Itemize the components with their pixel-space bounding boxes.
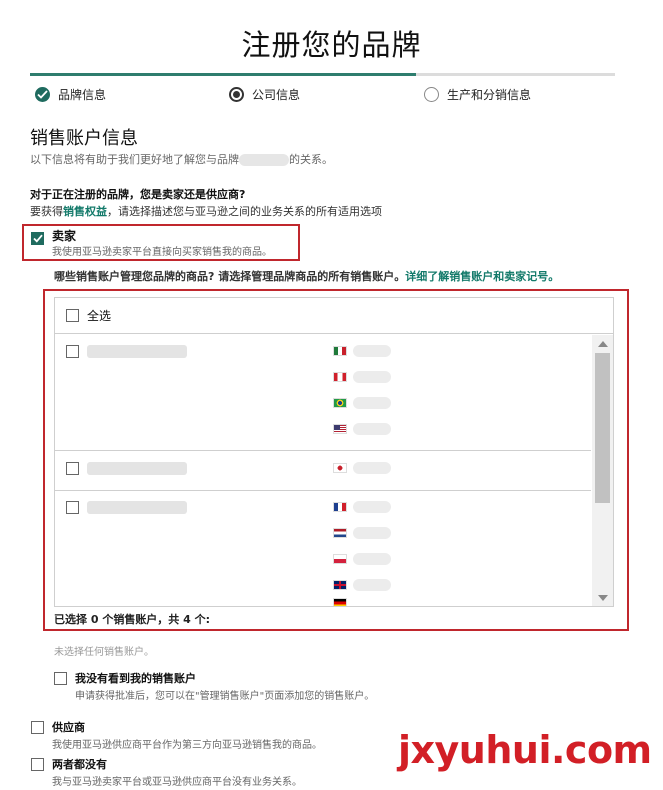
subtitle-before: 以下信息将有助于我们更好地了解您与品牌 (30, 153, 239, 166)
step-label: 品牌信息 (58, 88, 107, 102)
account-group (55, 491, 591, 606)
flag-us-icon (333, 424, 347, 434)
seller-checkbox[interactable] (31, 232, 44, 245)
radio-empty-icon (424, 87, 439, 102)
relationship-instructions: 要获得销售权益，请选择描述您与亚马逊之间的业务关系的所有适用选项 (30, 203, 382, 219)
flag-jp-icon (333, 463, 347, 473)
select-all-row[interactable]: 全选 (55, 298, 613, 334)
redacted-marketplace (353, 345, 391, 357)
vendor-description: 我使用亚马逊供应商平台作为第三方向亚马逊销售我的商品。 (52, 740, 322, 751)
redacted-marketplace (353, 527, 391, 539)
redacted-marketplace (353, 397, 391, 409)
redacted-marketplace (353, 579, 391, 591)
account-group (55, 335, 591, 451)
instructions-suffix: ，请选择描述您与亚马逊之间的业务关系的所有适用选项 (107, 205, 382, 218)
redacted-account-name (87, 462, 187, 475)
redacted-marketplace (353, 553, 391, 565)
progress-bar-fill (30, 73, 417, 76)
scroll-down-arrow-icon[interactable] (598, 595, 608, 601)
subtitle-after: 的关系。 (289, 153, 333, 166)
account-group (55, 451, 591, 491)
watermark: jxyuhui.com (398, 728, 652, 772)
flag-nl-icon (333, 528, 347, 538)
not-seen-account-desc: 申请获得批准后，您可以在"管理销售账户"页面添加您的销售账户。 (75, 691, 375, 702)
flag-mx-icon (333, 346, 347, 356)
flag-ca-icon (333, 372, 347, 382)
section-subtitle: 以下信息将有助于我们更好地了解您与品牌 的关系。 (30, 151, 333, 167)
redacted-marketplace (353, 423, 391, 435)
vendor-checkbox[interactable] (31, 721, 44, 734)
neither-description: 我与亚马逊卖家平台或亚马逊供应商平台没有业务关系。 (52, 777, 302, 788)
progress-bar (30, 73, 615, 76)
flag-fr-icon (333, 502, 347, 512)
flag-gb-icon (333, 580, 347, 590)
check-circle-icon (35, 87, 50, 102)
not-seen-account-label: 我没有看到我的销售账户 (75, 672, 196, 685)
account-checkbox[interactable] (66, 462, 79, 475)
instructions-prefix: 要获得 (30, 205, 63, 218)
relationship-question: 对于正在注册的品牌，您是卖家还是供应商? (30, 188, 246, 201)
selected-count: 已选择 0 个销售账户，共 4 个: (54, 613, 211, 626)
flag-br-icon (333, 398, 347, 408)
scroll-up-arrow-icon[interactable] (598, 341, 608, 347)
step-company-info[interactable]: 公司信息 (229, 86, 300, 103)
accounts-question-text: 哪些销售账户管理您品牌的商品? 请选择管理品牌商品的所有销售账户。 (54, 270, 406, 283)
neither-label: 两者都没有 (52, 758, 107, 771)
vendor-label: 供应商 (52, 721, 85, 734)
accounts-question: 哪些销售账户管理您品牌的商品? 请选择管理品牌商品的所有销售账户。详细了解销售账… (54, 268, 559, 284)
scrollbar-thumb[interactable] (595, 353, 610, 503)
step-label: 公司信息 (252, 88, 301, 102)
flag-pl-icon (333, 554, 347, 564)
sales-rights-link[interactable]: 销售权益 (63, 205, 107, 218)
select-all-label: 全选 (87, 309, 112, 323)
account-checkbox[interactable] (66, 501, 79, 514)
accounts-scrollbar[interactable] (592, 335, 613, 606)
step-brand-info[interactable]: 品牌信息 (35, 86, 106, 103)
redacted-marketplace (353, 462, 391, 474)
seller-label: 卖家 (52, 229, 77, 243)
learn-more-accounts-link[interactable]: 详细了解销售账户和卖家记号。 (405, 270, 559, 283)
accounts-list-panel: 全选 (54, 297, 614, 607)
not-seen-account-checkbox[interactable] (54, 672, 67, 685)
redacted-account-name (87, 345, 187, 358)
account-checkbox[interactable] (66, 345, 79, 358)
seller-description: 我使用亚马逊卖家平台直接向买家销售我的商品。 (52, 247, 272, 258)
no-accounts-selected: 未选择任何销售账户。 (54, 647, 154, 658)
not-seen-account-option[interactable]: 我没有看到我的销售账户 申请获得批准后，您可以在"管理销售账户"页面添加您的销售… (54, 670, 374, 702)
radio-selected-icon (229, 87, 244, 102)
page-title: 注册您的品牌 (241, 28, 422, 62)
flag-de-icon (333, 598, 347, 606)
redacted-account-name (87, 501, 187, 514)
redacted-brand-name (239, 154, 289, 166)
select-all-checkbox[interactable] (66, 309, 79, 322)
vendor-option[interactable]: 供应商 我使用亚马逊供应商平台作为第三方向亚马逊销售我的商品。 (31, 719, 322, 751)
section-title: 销售账户信息 (30, 128, 138, 149)
redacted-marketplace (353, 501, 391, 513)
neither-checkbox[interactable] (31, 758, 44, 771)
step-label: 生产和分销信息 (447, 88, 532, 102)
step-production-distribution[interactable]: 生产和分销信息 (424, 86, 531, 103)
neither-option[interactable]: 两者都没有 我与亚马逊卖家平台或亚马逊供应商平台没有业务关系。 (31, 756, 302, 788)
redacted-marketplace (353, 371, 391, 383)
